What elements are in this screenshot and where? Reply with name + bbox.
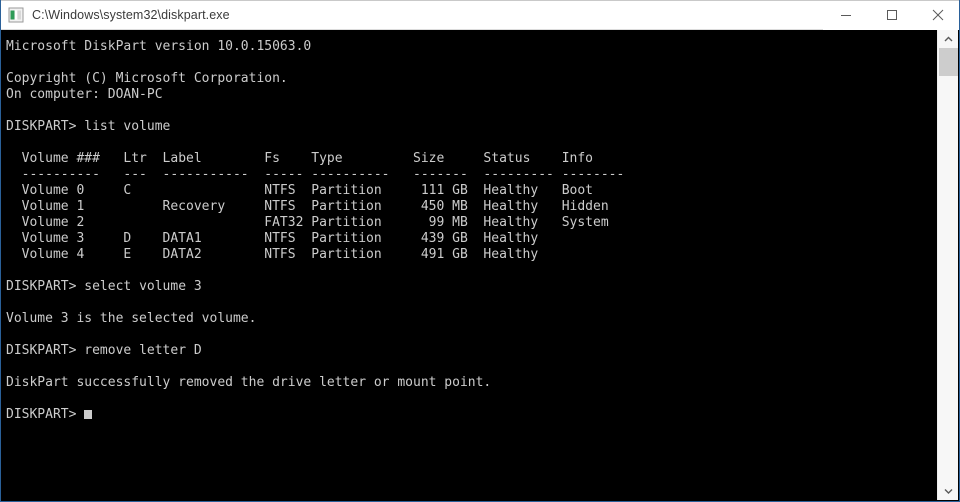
chevron-up-icon <box>944 36 952 42</box>
maximize-button[interactable] <box>869 0 915 30</box>
version-line: Microsoft DiskPart version 10.0.15063.0 <box>6 39 312 54</box>
volume-table-separator: ---------- --- ----------- ----- -------… <box>21 167 625 182</box>
prompt-1: DISKPART> <box>6 119 77 134</box>
command-list-volume: list volume <box>84 119 171 134</box>
message-removed-letter: DiskPart successfully removed the drive … <box>6 375 492 390</box>
console-text: Microsoft DiskPart version 10.0.15063.0 … <box>6 39 624 423</box>
command-select-volume: select volume 3 <box>84 279 202 294</box>
block-cursor <box>84 410 93 419</box>
volume-table-rows: Volume 0 C NTFS Partition 111 GB Healthy… <box>21 183 609 262</box>
prompt-4: DISKPART> <box>6 407 77 422</box>
window-title: C:\Windows\system32\diskpart.exe <box>32 8 230 22</box>
console-icon[interactable] <box>8 7 24 23</box>
prompt-2: DISKPART> <box>6 279 77 294</box>
copyright-line: Copyright (C) Microsoft Corporation. <box>6 71 288 86</box>
title-bar[interactable]: C:\Windows\system32\diskpart.exe <box>1 0 959 30</box>
volume-table-header: Volume ### Ltr Label Fs Type Size Status… <box>21 151 594 166</box>
window-controls <box>823 0 959 30</box>
scroll-up-button[interactable] <box>938 30 958 48</box>
console-scrollbar[interactable] <box>937 30 958 500</box>
console-output-area[interactable]: Microsoft DiskPart version 10.0.15063.0 … <box>2 30 939 500</box>
prompt-3: DISKPART> <box>6 343 77 358</box>
message-selected-volume: Volume 3 is the selected volume. <box>6 311 257 326</box>
minimize-button[interactable] <box>823 0 869 30</box>
diskpart-window: C:\Windows\system32\diskpart.exe Microso… <box>0 0 960 502</box>
chevron-down-icon <box>944 489 952 494</box>
scrollbar-thumb[interactable] <box>939 48 958 76</box>
computer-line: On computer: DOAN-PC <box>6 87 163 102</box>
command-remove-letter: remove letter D <box>84 343 202 358</box>
scroll-down-button[interactable] <box>938 482 958 500</box>
close-button[interactable] <box>915 0 959 30</box>
